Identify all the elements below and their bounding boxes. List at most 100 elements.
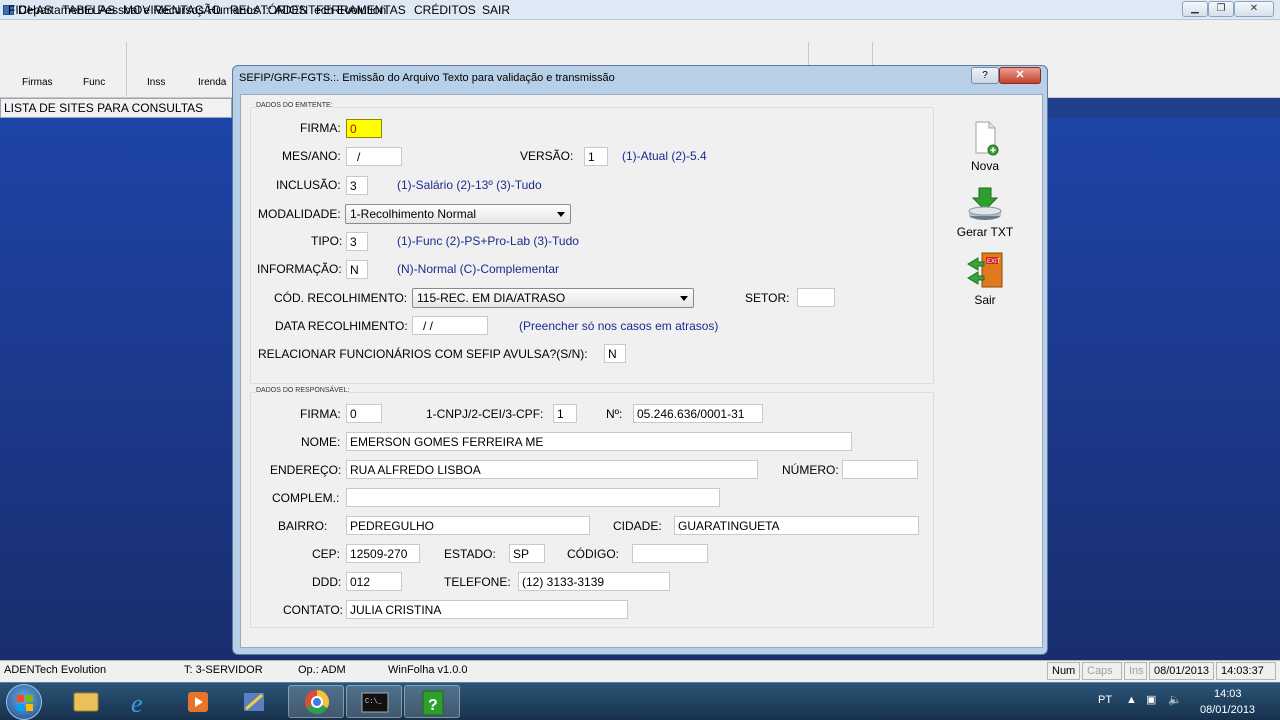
telefone-input[interactable]: (12) 3133-3139 [518, 572, 670, 591]
inclusao-label: INCLUSÃO: [276, 178, 341, 192]
status-caps: Caps [1082, 662, 1122, 680]
bairro-label: BAIRRO: [278, 519, 328, 533]
status-num: Num [1047, 662, 1080, 680]
download-drive-icon [968, 187, 1002, 220]
codrec-select[interactable]: 115-REC. EM DIA/ATRASO [412, 288, 694, 308]
nome-input[interactable]: EMERSON GOMES FERREIRA ME [346, 432, 852, 451]
status-version: WinFolha v1.0.0 [388, 664, 468, 676]
modalidade-select[interactable]: 1-Recolhimento Normal [345, 204, 571, 224]
codrec-label: CÓD. RECOLHIMENTO: [274, 291, 408, 305]
terminal-icon: C:\_ [361, 692, 389, 713]
taskbar-ie[interactable]: e [114, 685, 170, 718]
help-button[interactable]: ? [971, 67, 999, 84]
cnpj-type-input[interactable]: 1 [553, 404, 577, 423]
contato-input[interactable]: JULIA CRISTINA [346, 600, 628, 619]
tray-time[interactable]: 14:03 [1214, 688, 1242, 700]
taskbar-chrome[interactable] [288, 685, 344, 718]
datarec-input[interactable]: / / [412, 316, 488, 335]
informacao-hint: (N)-Normal (C)-Complementar [397, 262, 560, 276]
taskbar-explorer[interactable] [58, 685, 114, 718]
tray-network-icon[interactable]: ▣ [1146, 693, 1156, 706]
bairro-input[interactable]: PEDREGULHO [346, 516, 590, 535]
firma-input[interactable]: 0 [346, 119, 382, 138]
responsavel-group-label: DADOS DO RESPONSÁVEL: [256, 387, 350, 394]
gerar-txt-label: Gerar TXT [956, 225, 1014, 239]
menu-relatorios[interactable]: RELATÓRIOS [230, 3, 306, 17]
doc-number-input[interactable]: 05.246.636/0001-31 [633, 404, 763, 423]
versao-hint: (1)-Atual (2)-5.4 [622, 149, 707, 163]
codigo-input[interactable] [632, 544, 708, 563]
svg-text:EXIT: EXIT [987, 259, 1001, 265]
svg-text:C:\_: C:\_ [365, 698, 383, 706]
maximize-button[interactable]: ❐ [1208, 1, 1234, 17]
menubar [0, 20, 1280, 40]
chevron-down-icon [557, 212, 565, 217]
cidade-input[interactable]: GUARATINGUETA [674, 516, 919, 535]
tipo-label: TIPO: [311, 234, 343, 248]
numero-label: NÚMERO: [782, 463, 839, 477]
codrec-value: 115-REC. EM DIA/ATRASO [417, 291, 566, 305]
toolbar-func[interactable]: Func [83, 77, 105, 88]
minimize-button[interactable]: ▁ [1182, 1, 1208, 17]
window-close-button[interactable]: ✕ [1234, 1, 1274, 17]
tray-chevron-up-icon[interactable]: ▲ [1126, 694, 1137, 706]
status-ins: Ins [1124, 662, 1147, 680]
firma-label: FIRMA: [300, 121, 341, 135]
taskbar-app[interactable] [226, 685, 282, 718]
informacao-input[interactable]: N [346, 260, 368, 279]
mesano-label: MES/ANO: [282, 149, 341, 163]
taskbar-media[interactable] [170, 685, 226, 718]
menu-tabelas[interactable]: TABELAS [62, 3, 115, 17]
chrome-icon [305, 690, 330, 715]
complem-label: COMPLEM.: [272, 491, 340, 505]
setor-label: SETOR: [745, 291, 790, 305]
codigo-label: CÓDIGO: [567, 547, 620, 561]
responsavel-group [250, 392, 934, 628]
endereco-input[interactable]: RUA ALFREDO LISBOA [346, 460, 758, 479]
toolbar-firmas[interactable]: Firmas [22, 77, 53, 88]
cep-input[interactable]: 12509-270 [346, 544, 420, 563]
modalidade-label: MODALIDADE: [258, 207, 341, 221]
resp-firma-input[interactable]: 0 [346, 404, 382, 423]
status-terminal: T: 3-SERVIDOR [184, 664, 263, 676]
dialog-title: SEFIP/GRF-FGTS.:. Emissão do Arquivo Tex… [239, 72, 615, 84]
nova-button[interactable]: Nova [954, 120, 1016, 176]
toolbar-irenda[interactable]: Irenda [198, 77, 226, 88]
complem-input[interactable] [346, 488, 720, 507]
doc-number-label: Nº: [606, 407, 623, 421]
taskbar-winfolha[interactable]: ? [404, 685, 460, 718]
sair-button[interactable]: EXIT Sair [954, 250, 1016, 307]
versao-input[interactable]: 1 [584, 147, 608, 166]
versao-label: VERSÃO: [520, 149, 574, 163]
tray-language[interactable]: PT [1098, 694, 1112, 706]
endereco-label: ENDEREÇO: [270, 463, 342, 477]
menu-movimentacao[interactable]: MOVIMENTAÇÃO [123, 3, 221, 17]
tray-date[interactable]: 08/01/2013 [1200, 704, 1255, 716]
nova-label: Nova [970, 159, 999, 173]
inclusao-input[interactable]: 3 [346, 176, 368, 195]
datarec-label: DATA RECOLHIMENTO: [275, 319, 408, 333]
nome-label: NOME: [301, 435, 341, 449]
estado-input[interactable]: SP [509, 544, 545, 563]
menu-sair[interactable]: SAIR [482, 3, 510, 17]
taskbar-console[interactable]: C:\_ [346, 685, 402, 718]
toolbar-inss[interactable]: Inss [147, 77, 165, 88]
menu-ferramentas[interactable]: FERRAMENTAS [316, 3, 406, 17]
numero-input[interactable] [842, 460, 918, 479]
status-operator: Op.: ADM [298, 664, 346, 676]
modalidade-value: 1-Recolhimento Normal [350, 207, 477, 221]
start-button[interactable] [6, 684, 42, 720]
setor-input[interactable] [797, 288, 835, 307]
ddd-input[interactable]: 012 [346, 572, 402, 591]
gerar-txt-button[interactable]: Gerar TXT [950, 186, 1020, 242]
sites-list-header[interactable]: LISTA DE SITES PARA CONSULTAS [0, 98, 232, 118]
dialog-close-button[interactable]: ✕ [999, 67, 1041, 84]
tipo-input[interactable]: 3 [346, 232, 368, 251]
mesano-input[interactable]: / [346, 147, 402, 166]
folder-icon [73, 692, 99, 712]
relacionar-input[interactable]: N [604, 344, 626, 363]
inclusao-hint: (1)-Salário (2)-13º (3)-Tudo [397, 178, 542, 192]
menu-fichas[interactable]: FICHAS [8, 3, 52, 17]
tray-volume-icon[interactable]: 🔈 [1168, 693, 1182, 706]
menu-creditos[interactable]: CRÉDITOS [414, 3, 476, 17]
